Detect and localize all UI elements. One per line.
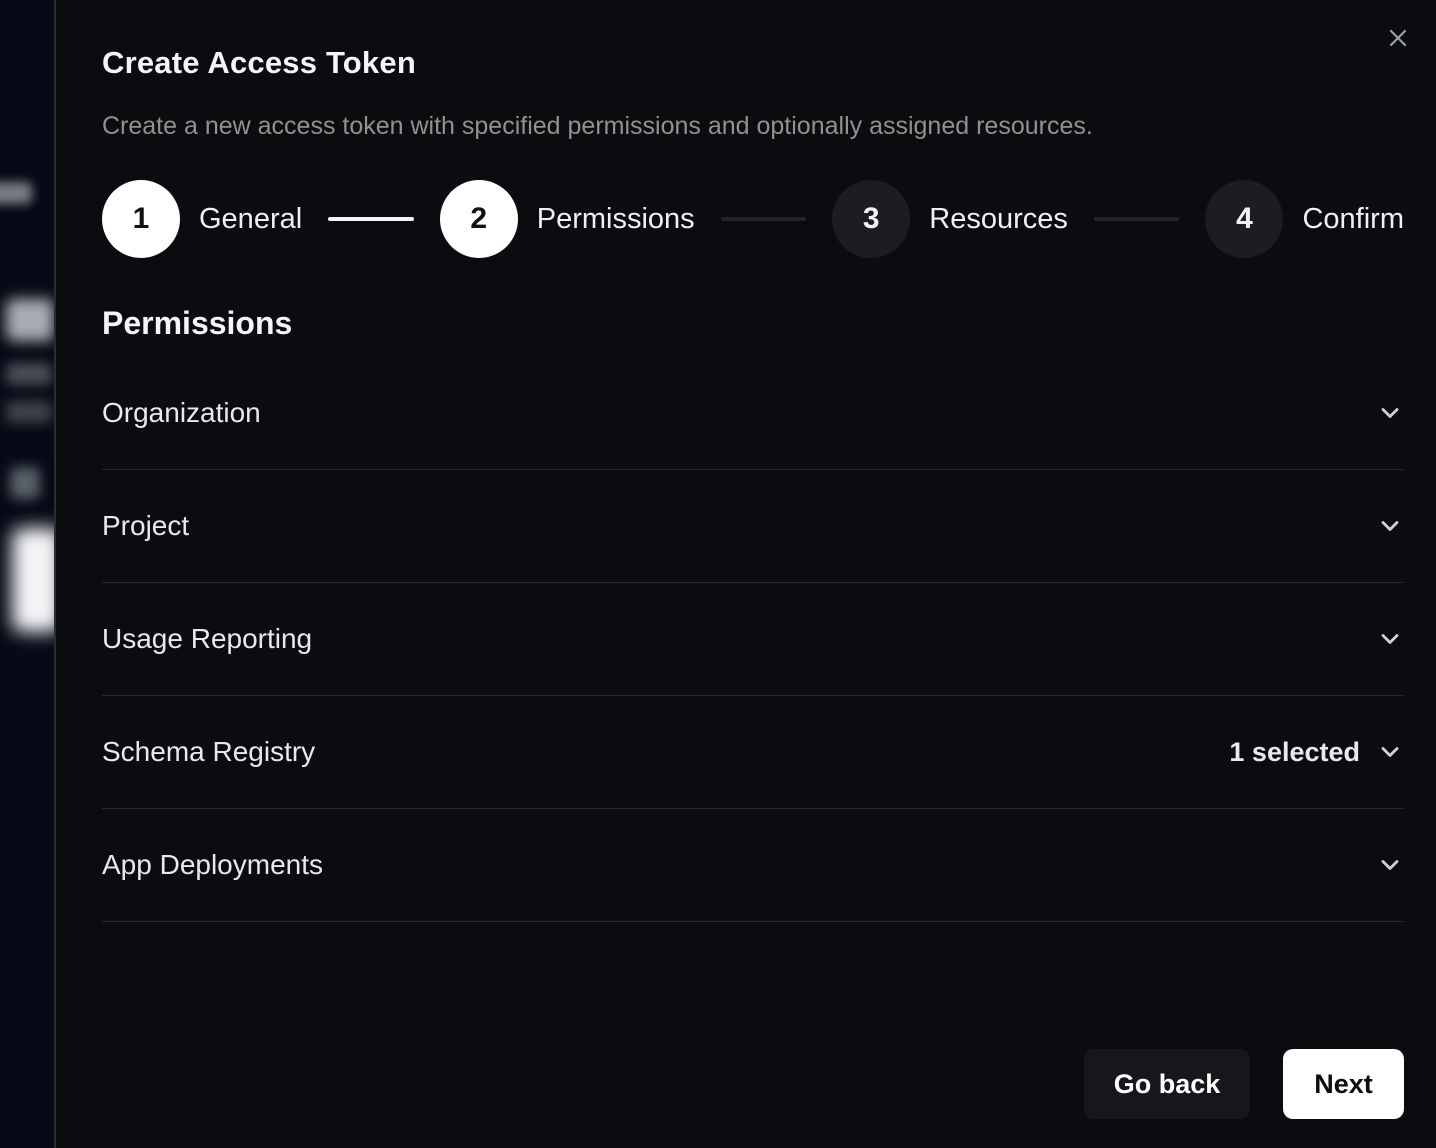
chevron-down-icon [1376, 512, 1404, 540]
row-label: Project [102, 510, 1360, 542]
step-label: Resources [929, 203, 1068, 236]
step-general[interactable]: 1 General [102, 180, 302, 258]
step-connector [1094, 217, 1180, 221]
modal-subtitle: Create a new access token with specified… [102, 111, 1404, 141]
step-permissions[interactable]: 2 Permissions [440, 180, 695, 258]
step-label: Confirm [1302, 203, 1404, 236]
row-label: Organization [102, 397, 1360, 429]
step-number: 3 [832, 180, 910, 258]
step-label: General [199, 203, 302, 236]
next-button[interactable]: Next [1283, 1049, 1404, 1119]
blurred-background-item [6, 299, 54, 341]
close-icon [1386, 26, 1410, 50]
blurred-background-item [10, 467, 40, 499]
step-number: 4 [1205, 180, 1283, 258]
selected-count: 1 selected [1229, 737, 1360, 768]
permissions-heading: Permissions [102, 303, 1404, 343]
stepper: 1 General 2 Permissions 3 Resources 4 Co… [102, 180, 1404, 258]
step-connector [328, 217, 414, 221]
background-page [0, 0, 56, 1148]
permission-row-usage-reporting[interactable]: Usage Reporting [102, 583, 1404, 696]
permission-row-organization[interactable]: Organization [102, 357, 1404, 470]
chevron-down-icon [1376, 738, 1404, 766]
step-resources[interactable]: 3 Resources [832, 180, 1068, 258]
go-back-button[interactable]: Go back [1084, 1049, 1250, 1119]
blurred-background-item [6, 401, 52, 423]
permission-row-app-deployments[interactable]: App Deployments [102, 809, 1404, 922]
permission-row-project[interactable]: Project [102, 470, 1404, 583]
modal-title: Create Access Token [102, 44, 1404, 82]
blurred-background-item [12, 528, 56, 632]
step-confirm[interactable]: 4 Confirm [1205, 180, 1404, 258]
chevron-down-icon [1376, 625, 1404, 653]
row-label: Usage Reporting [102, 623, 1360, 655]
step-number: 2 [440, 180, 518, 258]
row-label: App Deployments [102, 849, 1360, 881]
chevron-down-icon [1376, 851, 1404, 879]
step-number: 1 [102, 180, 180, 258]
row-label: Schema Registry [102, 736, 1229, 768]
modal-footer: Go back Next [1084, 1049, 1404, 1119]
create-access-token-modal: Create Access Token Create a new access … [54, 0, 1436, 1148]
permissions-accordion: Organization Project Usage Reporting Sch… [102, 357, 1404, 922]
chevron-down-icon [1376, 399, 1404, 427]
permission-row-schema-registry[interactable]: Schema Registry 1 selected [102, 696, 1404, 809]
blurred-background-item [0, 182, 32, 204]
step-connector [721, 217, 807, 221]
blurred-background-item [6, 363, 52, 385]
close-button[interactable] [1378, 18, 1418, 58]
step-label: Permissions [537, 203, 695, 236]
